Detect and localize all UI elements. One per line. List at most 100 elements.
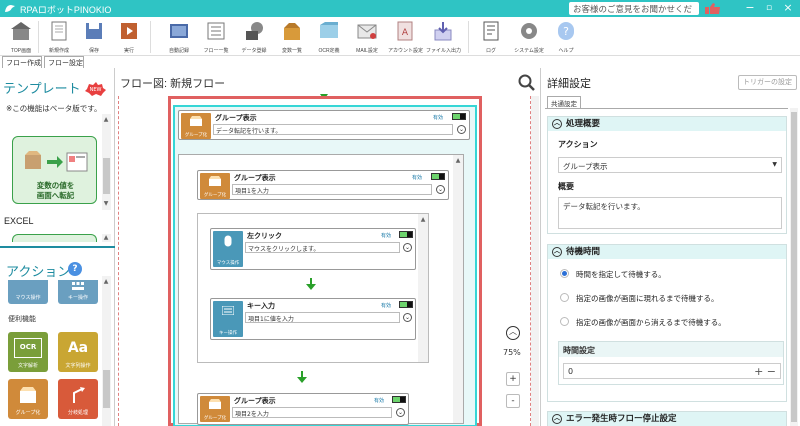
wait-radio-disappear[interactable] [560,317,569,326]
click-block[interactable]: マウス操作 左クリック 有効 マウスをクリックします。 ⌄ [210,228,416,270]
wait-radio-time[interactable] [560,269,569,278]
data-register-icon [246,22,263,40]
chevron-down-icon[interactable]: ⌄ [403,243,412,252]
flow-canvas: フロー図: 新規フロー グループ化 グループ表示 有効 データ転記を行います。 … [115,68,540,426]
group-container: ▲ グループ化 グループ表示 有効 項目1を入力 ⌄ ▲ マウス操作 左クリック… [178,154,464,425]
action-keyboard[interactable]: キー操作 [58,280,98,304]
chevron-down-icon[interactable]: ⌄ [457,125,466,134]
toolbar-top-button[interactable]: TOP画面 [4,19,38,55]
detail-title: 詳細設定 [547,78,591,90]
toolbar-record-button[interactable]: 自動記録 [162,19,196,55]
wait-radio-appear[interactable] [560,293,569,302]
enable-toggle[interactable] [452,113,466,120]
group-block-header[interactable]: グループ化 グループ表示 有効 データ転記を行います。 ⌄ [178,110,470,140]
help-icon[interactable]: ? [68,262,82,276]
toolbar-system-button[interactable]: システム設定 [512,19,546,55]
wait-time-section: ︿ 待機時間 時間を指定して待機する。 指定の画像が画面に現れるまで待機する。 … [547,244,787,402]
new-file-icon [51,21,67,41]
action-branch[interactable]: 分岐処理 [58,379,98,419]
left-panel: テンプレート NEW ※この機能はベータ版です。 ▲ ▼ 変数の値を 画面へ転記… [0,68,115,426]
group-block-item2[interactable]: グループ化 グループ表示 有効 項目2を入力 ⌄ [197,393,409,425]
chevron-up-icon[interactable]: ︿ [552,247,562,257]
search-icon[interactable] [518,74,536,92]
group-icon: グループ化 [200,173,230,199]
scroll-up-icon[interactable]: ▲ [102,278,110,286]
enable-toggle[interactable] [399,231,413,238]
tab-common-settings[interactable]: 共通設定 [547,96,581,108]
template-card-variable-transfer[interactable]: 変数の値を 画面へ転記 [12,136,97,204]
minimize-icon[interactable]: − [743,2,757,14]
action-header: アクション [6,264,71,279]
enable-toggle[interactable] [399,301,413,308]
toolbar-new-button[interactable]: 新規作成 [42,19,76,55]
process-summary-header[interactable]: ︿ 処理概要 [548,117,786,131]
action-label: アクション [558,140,598,149]
time-setting-box: 時間設定 0 + − [558,341,784,385]
toolbar-account-button[interactable]: A アカウント設定 [388,19,423,55]
zoom-in-button[interactable]: + [506,372,520,386]
arrow-down-icon [306,278,316,290]
action-mouse[interactable]: マウス操作 [8,280,48,304]
template-scrollbar[interactable]: ▲ ▼ [102,114,111,210]
close-icon[interactable]: × [781,2,795,14]
tab-flow-settings[interactable]: フロー設定 [44,56,84,68]
toolbar-mail-button[interactable]: MAIL設定 [350,19,384,55]
action-text[interactable]: Aa 文字列操作 [58,332,98,372]
variables-icon [284,23,300,40]
gear-icon [521,23,537,39]
scroll-up-icon[interactable]: ▲ [454,157,462,165]
key-input-block[interactable]: キー操作 キー入力 有効 項目1に値を入力 ⌄ [210,298,416,340]
scroll-down-icon[interactable]: ▼ [102,200,110,208]
toolbar-flowlist-button[interactable]: フロー一覧 [199,19,233,55]
chevron-up-icon[interactable]: ︿ [552,119,562,129]
dropdown-arrow-icon: ▼ [772,161,777,168]
account-icon: A [397,21,413,41]
toolbar-run-button[interactable]: 実行 [112,19,146,55]
feedback-link[interactable]: お客様のご意見をお聞かせください [569,2,699,26]
action-scrollbar[interactable]: ▲ [102,276,111,426]
nested-group-container: ▲ マウス操作 左クリック 有効 マウスをクリックします。 ⌄ キー操作 キー入… [197,213,429,363]
summary-textarea[interactable]: データ転記を行います。 [558,197,782,229]
scroll-up-icon[interactable]: ▲ [102,234,110,242]
action-group[interactable]: グループ化 [8,379,48,419]
enable-toggle[interactable] [431,173,445,180]
zoom-out-button[interactable]: - [506,394,520,408]
chevron-down-icon[interactable]: ⌄ [396,408,405,417]
toolbar-variables-button[interactable]: 変数一覧 [275,19,309,55]
time-input[interactable]: 0 + − [563,363,781,379]
detail-scrollbar[interactable] [790,108,798,426]
toolbar-file-io-button[interactable]: ファイル入出力 [426,19,461,55]
stepper-icon[interactable]: + − [754,365,776,378]
save-icon [86,23,102,39]
toolbar-help-button[interactable]: ? ヘルプ [549,19,583,55]
wait-time-header[interactable]: ︿ 待機時間 [548,245,786,259]
action-ocr[interactable]: OCR 文字解析 [8,332,48,372]
chevron-down-icon[interactable]: ⌄ [436,185,445,194]
chevron-up-icon[interactable]: ︿ [552,414,562,424]
toolbar-data-button[interactable]: データ登録 [237,19,271,55]
error-stop-header[interactable]: ︿ エラー発生時フロー停止設定 [548,412,786,426]
template-card-excel[interactable] [12,234,97,242]
chevron-down-icon[interactable]: ⌄ [403,313,412,322]
scroll-up-icon[interactable]: ▲ [419,216,427,224]
thumbs-icon[interactable] [704,2,722,15]
toolbar-log-button[interactable]: ログ [474,19,508,55]
group-icon: グループ化 [200,396,230,422]
canvas-scrollbar[interactable] [531,96,539,426]
enable-toggle[interactable] [392,396,406,403]
new-badge-icon: NEW [85,82,106,96]
svg-text:?: ? [563,25,569,38]
restore-icon[interactable]: ▫ [762,2,776,14]
trigger-settings-button[interactable]: トリガーの設定 [738,75,797,90]
chevron-up-icon[interactable]: ︿ [506,326,520,340]
keyboard-icon [72,282,84,290]
toolbar: TOP画面 新規作成 保存 実行 自動記録 フロー一覧 データ登録 変数一覧 O… [0,17,800,56]
selected-group-block[interactable]: グループ化 グループ表示 有効 データ転記を行います。 ⌄ ▲ グループ化 グル… [168,96,482,426]
text-icon: Aa [67,340,89,356]
toolbar-ocr-button[interactable]: OCR定義 [312,19,346,55]
action-select[interactable]: グループ表示 ▼ [558,157,782,173]
toolbar-save-button[interactable]: 保存 [77,19,111,55]
scroll-up-icon[interactable]: ▲ [102,116,110,124]
group-block-item1[interactable]: グループ化 グループ表示 有効 項目1を入力 ⌄ [197,170,449,200]
tab-flow-create[interactable]: フロー作成 [2,56,42,68]
